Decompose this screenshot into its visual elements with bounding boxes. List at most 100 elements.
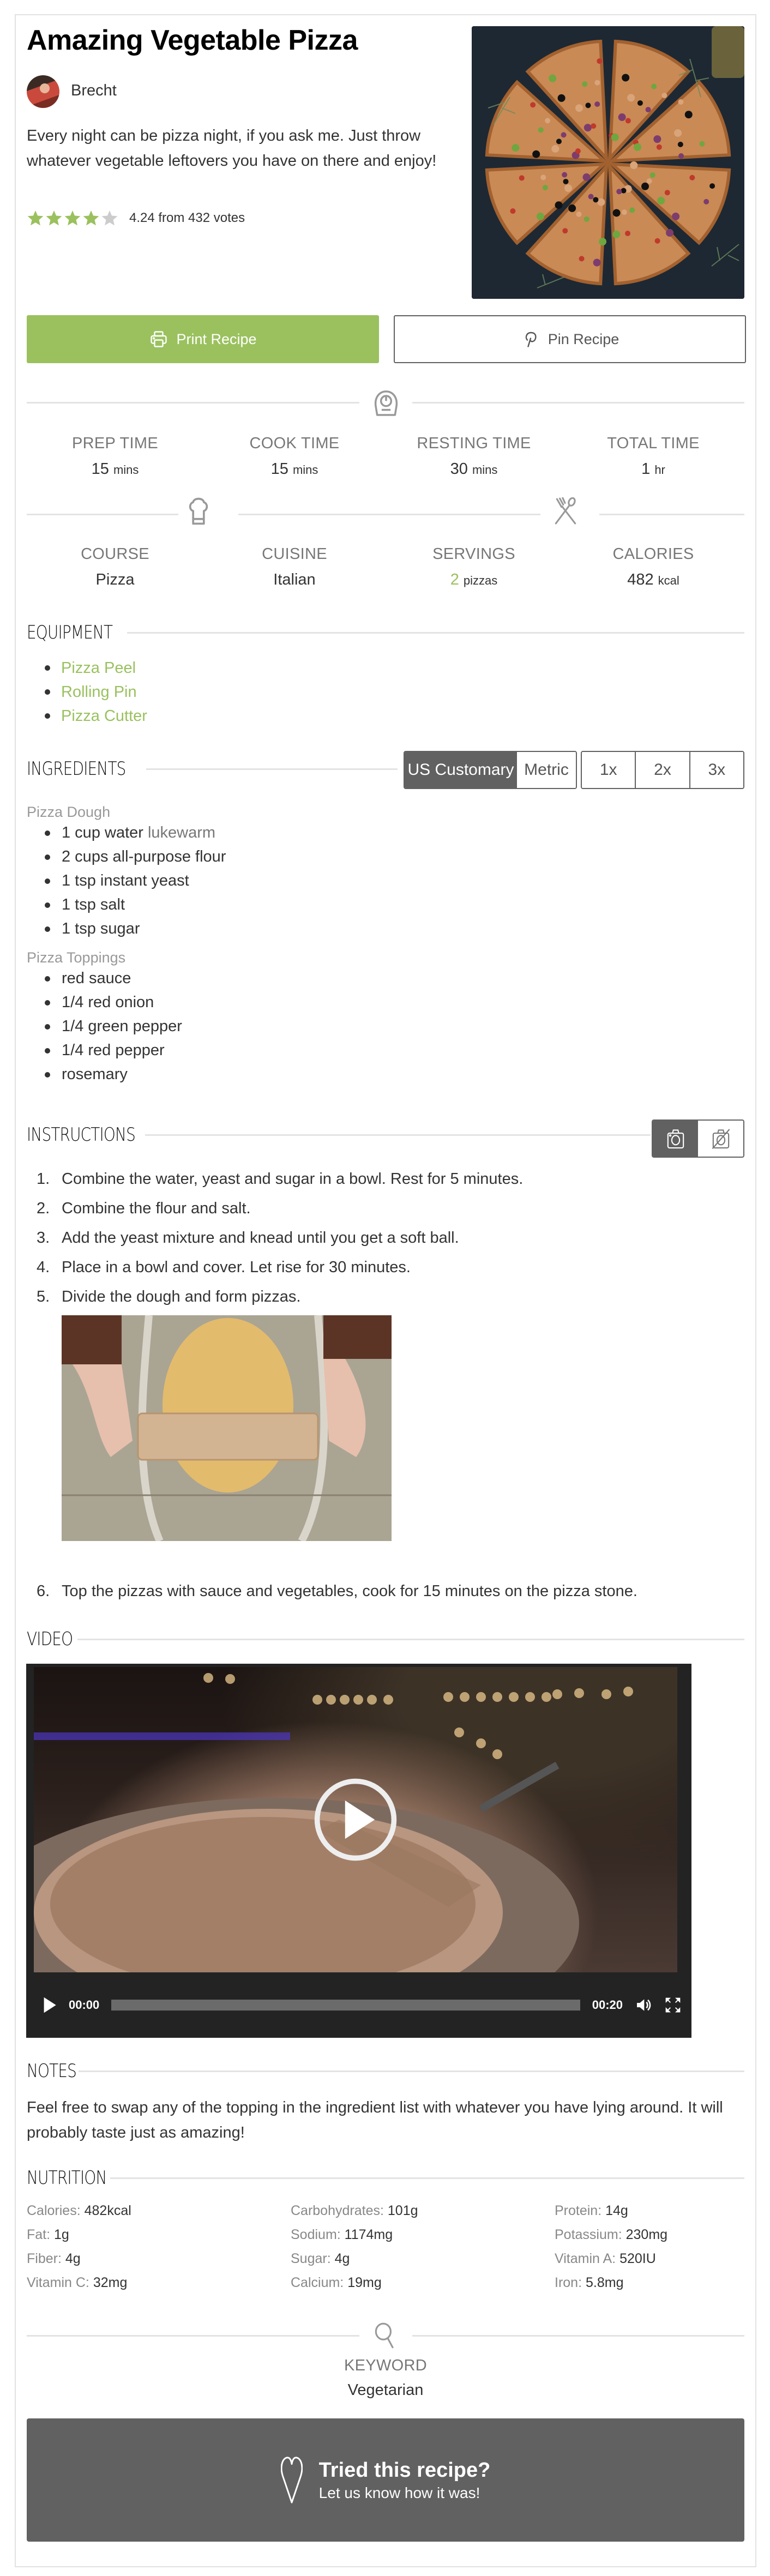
multiplier-3x-button[interactable]: 3x [689,752,743,788]
meta-number: Italian [273,571,316,588]
nutrition-item: Sodium: 1174mg [291,2225,555,2244]
timer-icon [371,388,401,419]
recipe-summary: Every night can be pizza night, if you a… [27,127,437,170]
nutrition-item: Vitamin C: 32mg [27,2273,291,2292]
step-number: 4. [37,1259,50,1276]
ingredient-text: 1 tsp salt [62,896,125,913]
meta-label: COURSE [81,545,149,563]
ingredient-notes: lukewarm [147,824,216,841]
instruction-photo-toggle [652,1120,744,1158]
meta-value: 2 pizzas [386,571,562,589]
ingredient-text: 1/4 red pepper [62,1042,165,1059]
time-0: PREP TIME 15 mins [27,435,203,478]
chef-hat-icon [188,496,209,526]
time-unit: mins [472,463,498,477]
divider [27,2335,359,2337]
star-icon[interactable] [45,209,63,227]
equipment-item-link[interactable]: Pizza Cutter [43,704,147,728]
pizza-photo-icon [472,26,744,299]
recipe-image [472,26,744,299]
nutrition-item: Calories: 482kcal [27,2201,291,2220]
ingredients-header: INGREDIENTS [27,758,398,780]
rating-stars[interactable] [27,209,118,227]
pin-recipe-button[interactable]: Pin Recipe [394,315,746,363]
nutrition-label: Fiber: [27,2251,62,2266]
equipment-item-link[interactable]: Pizza Peel [43,656,147,680]
equipment-item-link[interactable]: Rolling Pin [43,680,147,704]
divider [412,2335,744,2337]
instruction-step: 1. Combine the water, yeast and sugar in … [27,1168,744,1190]
unit-us-customary-button[interactable]: US Customary [405,752,517,788]
instructions-title: INSTRUCTIONS [27,1124,136,1146]
nutrition-label: Fat: [27,2227,51,2242]
time-value: 15 mins [206,460,383,478]
ingredient-text: 1/4 green pepper [62,1018,182,1035]
instruction-steps-continued: 6. Top the pizzas with sauce and vegetabl… [27,1580,744,1610]
meta-label: SERVINGS [432,545,515,563]
ingredient-item: 1/4 green pepper [27,1014,463,1038]
equipment-header: EQUIPMENT [27,622,744,643]
video-progress-bar[interactable] [111,2000,580,2011]
nutrition-value: 482kcal [84,2203,131,2218]
heart-icon [280,2457,303,2503]
show-photos-button[interactable] [653,1121,698,1157]
nutrition-label: Sugar: [291,2251,331,2266]
meta-unit: kcal [658,574,679,587]
time-unit: hr [654,463,665,477]
star-icon[interactable] [27,209,44,227]
nutrition-value: 19mg [347,2275,382,2290]
star-icon[interactable] [101,209,118,227]
ingredient-text: red sauce [62,970,131,987]
meta-number: 482 [627,571,654,588]
ingredient-list: red sauce 1/4 red onion 1/4 green pepper 1/… [27,966,463,1086]
nutrition-item: Potassium: 230mg [555,2225,744,2244]
pin-recipe-label: Pin Recipe [548,330,619,347]
rolling-dough-photo-icon [62,1315,392,1541]
equipment-list: Pizza Peel Rolling Pin Pizza Cutter [43,656,147,728]
play-icon[interactable] [43,1996,57,2014]
step-number: 3. [37,1229,50,1247]
multiplier-1x-button[interactable]: 1x [582,752,635,788]
nutrition-value: 520IU [619,2251,656,2266]
volume-icon[interactable] [635,1996,652,2014]
notes-title: NOTES [27,2060,77,2082]
star-icon[interactable] [64,209,81,227]
print-recipe-button[interactable]: Print Recipe [27,315,379,363]
video-frame [34,1667,677,1972]
recipe-rating[interactable]: 4.24 from 432 votes [27,209,245,227]
camera-icon [667,1129,684,1149]
ingredient-text: 1 cup water [62,824,143,841]
servings-multiplier: 1x 2x 3x [581,751,744,789]
author-name[interactable]: Brecht [71,82,117,100]
star-icon[interactable] [82,209,100,227]
author-avatar [27,75,59,108]
big-play-icon[interactable] [312,1776,399,1863]
nutrition-value: 32mg [93,2275,128,2290]
divider [412,402,744,404]
time-unit: mins [292,463,318,477]
time-value: 30 mins [386,460,562,478]
meta-value: Italian [206,571,383,589]
time-number: 30 [450,460,468,478]
unit-metric-button[interactable]: Metric [517,752,576,788]
meta-row: COURSE Pizza CUISINE Italian SERVINGS 2 pizza… [27,545,744,589]
hide-photos-button[interactable] [698,1121,743,1157]
video-player[interactable]: 00:00 00:20 [26,1664,691,2038]
step-number: 5. [37,1288,50,1305]
cta-subtitle: Let us know how it was! [318,2484,480,2501]
fullscreen-icon[interactable] [664,1996,682,2014]
tried-recipe-cta[interactable]: Tried this recipe? Let us know how it wa… [27,2418,744,2542]
ingredient-groups: Pizza Dough 1 cup water lukewarm 2 cups al… [27,804,463,1086]
video-title: VIDEO [27,1628,73,1650]
meta-label: CALORIES [612,545,694,563]
ingredients-title: INGREDIENTS [27,758,126,780]
time-label: RESTING TIME [417,435,531,452]
keyword-block: KEYWORD Vegetarian [27,2357,744,2399]
step-text: Place in a bowl and cover. Let rise for … [62,1259,411,1276]
nutrition-value: 1174mg [344,2227,393,2242]
meta-number[interactable]: 2 [450,571,459,588]
nutrition-label: Potassium: [555,2227,622,2242]
multiplier-2x-button[interactable]: 2x [635,752,689,788]
nutrition-label: Calories: [27,2203,81,2218]
time-unit: mins [113,463,139,477]
